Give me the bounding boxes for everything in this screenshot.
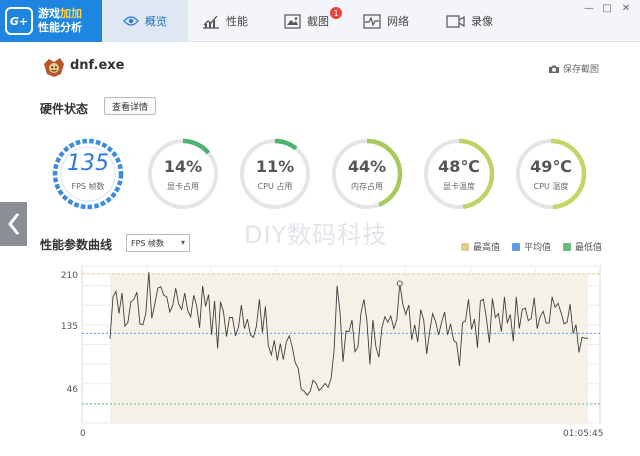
fps-line-chart [81,265,601,424]
y-tick-label: 46 [66,385,78,395]
range-band [110,273,588,423]
y-tick-label: 210 [60,271,78,281]
x-tick-end: 01:05:45 [563,429,604,439]
x-tick-start: 0 [80,429,86,439]
y-tick-label: 135 [60,322,78,332]
series-marker [396,280,403,287]
